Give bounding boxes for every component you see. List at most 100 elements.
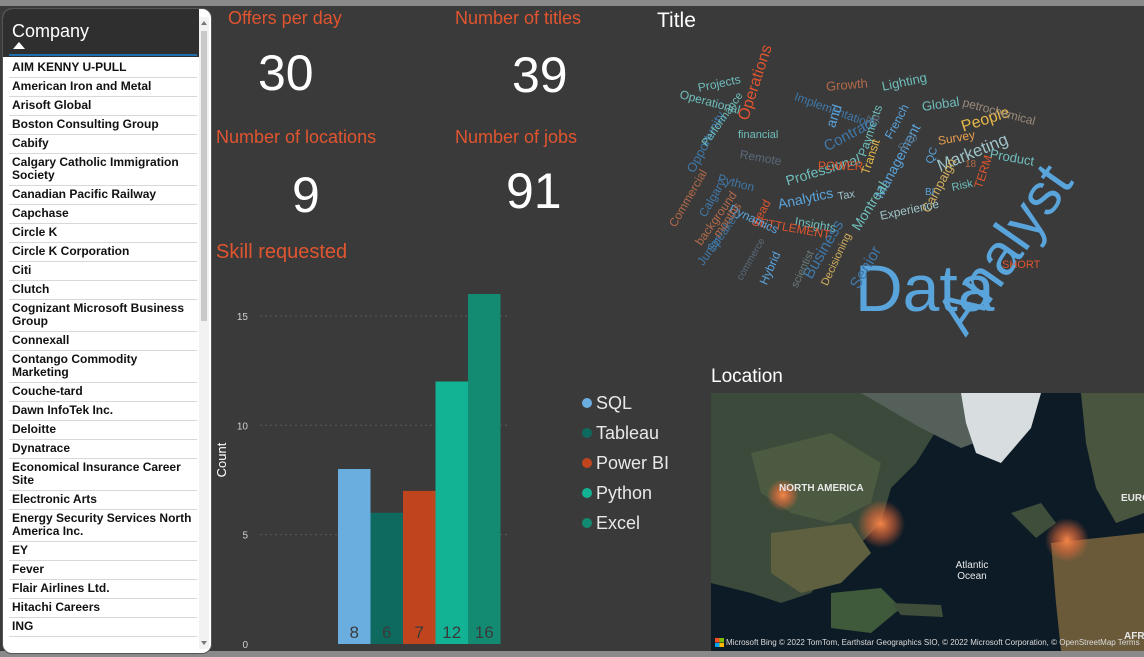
location-map[interactable]: NORTH AMERICA Atlantic Ocean EURO AFR Mi…	[711, 393, 1144, 651]
slicer-item[interactable]: Flair Airlines Ltd.	[9, 580, 197, 599]
legend-item[interactable]: Excel	[582, 508, 669, 538]
wordcloud-word[interactable]: Growth	[825, 75, 868, 94]
wordcloud-word[interactable]: SHORT	[1002, 260, 1040, 271]
slicer-item[interactable]: Citi	[9, 262, 197, 281]
legend-label: Python	[596, 482, 653, 503]
bar-power-bi[interactable]	[403, 490, 436, 644]
map-label-north-america: NORTH AMERICA	[779, 483, 864, 494]
legend-label: Excel	[596, 512, 641, 533]
slicer-item[interactable]: Hitachi Careers	[9, 599, 197, 618]
legend-dot-icon	[582, 488, 592, 498]
legend-item[interactable]: Python	[582, 478, 669, 508]
microsoft-logo-icon	[715, 638, 724, 647]
y-tick-label: 0	[242, 640, 248, 650]
company-slicer[interactable]: Company AIM KENNY U-PULL American Iron an…	[2, 8, 212, 654]
wordcloud-word[interactable]: Analyst	[923, 152, 1085, 345]
offers-per-day-label: Offers per day	[228, 8, 342, 28]
slicer-item[interactable]: Contango Commodity Marketing	[9, 351, 197, 383]
slicer-item[interactable]: Capchase	[9, 205, 197, 224]
slicer-item[interactable]: Dynatrace	[9, 440, 197, 459]
sort-ascending-icon[interactable]	[13, 42, 25, 49]
wordcloud-word[interactable]: financial	[738, 130, 778, 141]
skill-bar-chart[interactable]: Count 0 5 10 15 8 6 7 12 16	[212, 270, 512, 650]
bar-data-label: 7	[415, 623, 424, 642]
legend-label: Power BI	[596, 452, 670, 473]
slicer-scrollbar[interactable]	[199, 17, 209, 649]
slicer-item[interactable]: Electronic Arts	[9, 491, 197, 510]
wordcloud-word[interactable]: Experience	[879, 197, 941, 223]
wordcloud-word[interactable]: Global	[921, 94, 960, 114]
scroll-thumb[interactable]	[201, 31, 207, 321]
number-of-locations-value: 9	[292, 167, 320, 223]
bing-label: Microsoft Bing	[726, 637, 777, 647]
slicer-item[interactable]: Cabify	[9, 135, 197, 154]
map-terrain	[711, 393, 1144, 651]
slicer-item[interactable]: EY	[9, 542, 197, 561]
slicer-item[interactable]: Couche-tard	[9, 383, 197, 402]
wordcloud-word[interactable]: Tax	[837, 188, 856, 203]
map-label-atlantic: Atlantic Ocean	[955, 560, 989, 582]
legend-dot-icon	[582, 398, 592, 408]
top-border	[0, 0, 1144, 6]
slicer-item[interactable]: AIM KENNY U-PULL	[9, 59, 197, 78]
wordcloud-word[interactable]: POWER	[818, 160, 863, 172]
slicer-list: AIM KENNY U-PULL American Iron and Metal A…	[9, 59, 197, 637]
legend-label: Tableau	[596, 422, 660, 443]
title-wordcloud[interactable]: Data Analyst Marketing Operations People Cont…	[660, 40, 1144, 346]
wordcloud-word[interactable]: AR	[865, 115, 880, 126]
slicer-item[interactable]: Deloitte	[9, 421, 197, 440]
map-attribution: Microsoft Bing © 2022 TomTom, Earthstar …	[711, 638, 1144, 647]
number-of-jobs-label: Number of jobs	[455, 127, 578, 147]
slicer-item[interactable]: Boston Consulting Group	[9, 116, 197, 135]
y-tick-label: 5	[242, 531, 248, 542]
wordcloud-word[interactable]: Montreal	[848, 179, 890, 234]
legend-dot-icon	[582, 458, 592, 468]
bar-excel[interactable]	[468, 294, 501, 644]
y-axis-label: Count	[214, 442, 229, 477]
slicer-item[interactable]: Cognizant Microsoft Business Group	[9, 300, 197, 332]
map-label-europe: EURO	[1121, 493, 1144, 504]
wordcloud-word[interactable]: Hybrid	[757, 249, 784, 286]
legend-dot-icon	[582, 518, 592, 528]
wordcloud-word[interactable]: Remote	[739, 147, 783, 168]
wordcloud-word[interactable]: Analytics	[776, 185, 834, 212]
slicer-item[interactable]: Economical Insurance Career Site	[9, 459, 197, 491]
slicer-item[interactable]: ING	[9, 618, 197, 637]
slicer-item[interactable]: American Iron and Metal	[9, 78, 197, 97]
number-of-titles-label: Number of titles	[455, 8, 582, 28]
slicer-item[interactable]: Circle K Corporation	[9, 243, 197, 262]
slicer-item[interactable]: Energy Security Services North America I…	[9, 510, 197, 542]
wordcloud-title: Title	[657, 9, 696, 32]
legend-label: SQL	[596, 392, 633, 413]
legend-item[interactable]: Tableau	[582, 418, 669, 448]
wordcloud-word[interactable]: Product	[989, 146, 1036, 169]
slicer-item[interactable]: Canadian Pacific Railway	[9, 186, 197, 205]
bar-sql[interactable]	[338, 469, 371, 644]
slicer-item[interactable]: Arisoft Global	[9, 97, 197, 116]
slicer-item[interactable]: Calgary Catholic Immigration Society	[9, 154, 197, 186]
wordcloud-word[interactable]: Risk	[951, 178, 974, 194]
bar-data-label: 6	[382, 623, 391, 642]
scroll-down-icon[interactable]	[201, 641, 207, 645]
wordcloud-word[interactable]: Operations	[735, 43, 775, 123]
bar-data-label: 16	[475, 623, 494, 642]
attribution-text[interactable]: © 2022 TomTom, Earthstar Geographics SIO…	[779, 638, 1140, 647]
legend-dot-icon	[582, 428, 592, 438]
wordcloud-word[interactable]: Lighting	[880, 70, 928, 94]
slicer-item[interactable]: Fever	[9, 561, 197, 580]
wordcloud-word[interactable]: 18	[965, 160, 976, 170]
slicer-item[interactable]: Clutch	[9, 281, 197, 300]
number-of-jobs-value: 91	[506, 163, 562, 219]
number-of-locations-label: Number of locations	[216, 127, 377, 147]
slicer-item[interactable]: Connexall	[9, 332, 197, 351]
slicer-item[interactable]: Circle K	[9, 224, 197, 243]
legend-item[interactable]: Power BI	[582, 448, 669, 478]
scroll-up-icon[interactable]	[201, 21, 207, 25]
slicer-item[interactable]: Dawn InfoTek Inc.	[9, 402, 197, 421]
offers-per-day-value: 30	[258, 45, 314, 101]
wordcloud-word[interactable]: BI	[925, 188, 934, 198]
legend-item[interactable]: SQL	[582, 388, 669, 418]
bar-data-label: 12	[442, 623, 461, 642]
bar-python[interactable]	[435, 381, 469, 645]
slicer-title: Company	[12, 21, 90, 41]
